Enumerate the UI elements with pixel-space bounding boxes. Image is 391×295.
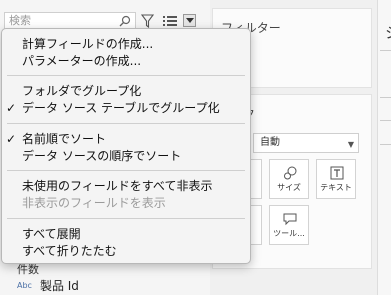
menu-item-expand-all[interactable]: すべて展開 xyxy=(22,227,81,241)
chevron-down-icon: ▼ xyxy=(347,140,354,149)
mark-type-select[interactable]: 自動 ▼ xyxy=(253,133,359,153)
menu-item-hide-all-unused-fields[interactable]: 未使用のフィールドをすべて非表示 xyxy=(22,179,212,193)
data-pane-context-menu: 計算フィールドの作成... パラメーターの作成... フォルダでグループ化 ✓ … xyxy=(1,28,251,264)
list-view-icon[interactable] xyxy=(162,14,178,28)
menu-item-collapse-all[interactable]: すべて折りたたむ xyxy=(22,244,117,258)
field-label: 製品 Id xyxy=(39,278,79,293)
menu-item-group-by-data-source-table[interactable]: ✓ データ ソース テーブルでグループ化 xyxy=(6,101,220,115)
menu-separator xyxy=(7,170,245,171)
check-icon: ✓ xyxy=(6,101,17,115)
divider xyxy=(380,50,391,51)
filter-icon[interactable] xyxy=(141,14,154,28)
string-type-icon: Abc xyxy=(17,280,32,290)
menu-separator xyxy=(7,218,245,219)
tooltip-icon xyxy=(283,213,297,226)
menu-item-create-parameter[interactable]: パラメーターの作成... xyxy=(22,54,141,68)
field-item-product-id[interactable]: Abc 製品 Id xyxy=(17,277,79,293)
chevron-down-icon xyxy=(186,18,194,23)
pane-menu-button[interactable] xyxy=(183,14,196,27)
divider xyxy=(380,144,391,145)
text-icon xyxy=(330,166,344,180)
search-icon xyxy=(119,15,131,27)
check-icon: ✓ xyxy=(6,132,17,146)
size-icon xyxy=(284,166,297,180)
menu-item-group-by-folder[interactable]: フォルダでグループ化 xyxy=(22,84,141,98)
menu-separator xyxy=(7,75,245,76)
columns-shelf-label-partial: シ xyxy=(385,22,391,43)
size-button[interactable]: サイズ xyxy=(269,159,309,199)
divider xyxy=(380,97,391,98)
menu-separator xyxy=(7,123,245,124)
menu-item-sort-by-name[interactable]: ✓ 名前順でソート xyxy=(6,132,106,146)
divider xyxy=(380,120,391,121)
text-button[interactable]: テキスト xyxy=(316,159,356,199)
menu-item-show-hidden-fields: 非表示のフィールドを表示 xyxy=(22,196,166,210)
view-edge xyxy=(377,0,391,295)
menu-item-sort-by-data-source-order[interactable]: データ ソースの順序でソート xyxy=(22,149,181,163)
menu-item-create-calculated-field[interactable]: 計算フィールドの作成... xyxy=(22,37,153,51)
search-placeholder: 検索 xyxy=(9,14,31,27)
tooltip-button[interactable]: ツール... xyxy=(269,205,309,245)
